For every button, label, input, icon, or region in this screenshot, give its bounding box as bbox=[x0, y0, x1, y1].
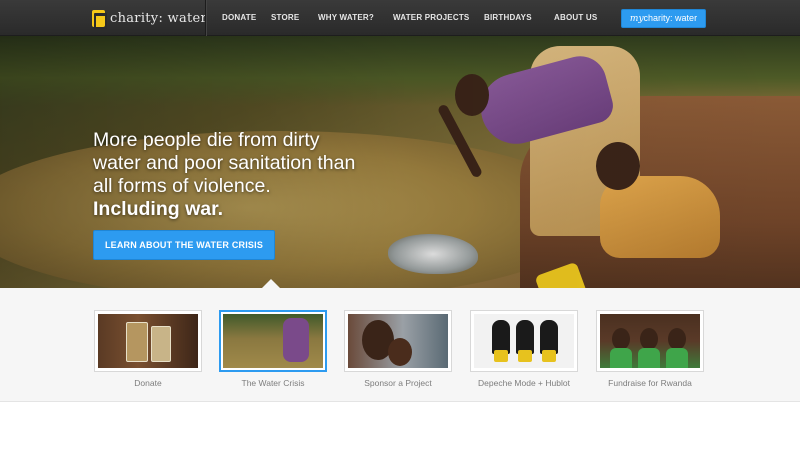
nav-water-projects-link[interactable]: WATER PROJECTS bbox=[393, 0, 469, 36]
my-charity-water-suffix: charity: water bbox=[643, 13, 698, 23]
thumbnail-water-crisis[interactable] bbox=[219, 310, 327, 372]
water-crisis-image bbox=[223, 314, 323, 368]
active-slide-pointer bbox=[262, 279, 280, 288]
sponsor-project-image bbox=[348, 314, 448, 368]
thumbnail-fundraise-rwanda[interactable] bbox=[596, 310, 704, 372]
nav-donate-link[interactable]: DONATE bbox=[222, 0, 256, 36]
hero-headline-line: water and poor sanitation than bbox=[93, 152, 356, 174]
nav-about-us-link[interactable]: ABOUT US bbox=[554, 0, 597, 36]
brand-name: charity: water bbox=[110, 10, 208, 26]
thumbnail-label[interactable]: Donate bbox=[78, 378, 218, 388]
hero-banner: More people die from dirty water and poo… bbox=[0, 36, 800, 288]
nav-birthdays-link[interactable]: BIRTHDAYS bbox=[484, 0, 532, 36]
my-charity-water-prefix: my bbox=[629, 14, 644, 24]
hero-headline-emphasis: Including war. bbox=[93, 198, 224, 220]
nav-store-link[interactable]: STORE bbox=[271, 0, 299, 36]
brand-logo[interactable]: charity: water bbox=[92, 0, 207, 36]
learn-water-crisis-button[interactable]: LEARN ABOUT THE WATER CRISIS bbox=[93, 230, 275, 260]
jerrycan-logo-icon bbox=[92, 9, 107, 29]
fundraise-rwanda-image bbox=[600, 314, 700, 368]
hero-headline-line: all forms of violence. bbox=[93, 175, 271, 197]
thumbnail-label[interactable]: The Water Crisis bbox=[203, 378, 343, 388]
nav-divider bbox=[205, 0, 206, 36]
carousel-thumbnail-strip: Donate The Water Crisis Sponsor a Projec… bbox=[0, 288, 800, 402]
top-nav-bar: charity: water DONATE STORE WHY WATER? W… bbox=[0, 0, 800, 36]
thumbnail-sponsor-project[interactable] bbox=[344, 310, 452, 372]
thumbnail-label[interactable]: Sponsor a Project bbox=[328, 378, 468, 388]
depeche-mode-image bbox=[474, 314, 574, 368]
thumbnail-donate[interactable] bbox=[94, 310, 202, 372]
thumbnail-label[interactable]: Depeche Mode + Hublot bbox=[454, 378, 594, 388]
my-charity-water-button[interactable]: mycharity: water bbox=[621, 9, 706, 28]
hero-headline: More people die from dirty water and poo… bbox=[93, 129, 383, 221]
nav-why-water-link[interactable]: WHY WATER? bbox=[318, 0, 374, 36]
donate-image bbox=[98, 314, 198, 368]
thumbnail-depeche-mode[interactable] bbox=[470, 310, 578, 372]
hero-headline-line: More people die from dirty bbox=[93, 129, 320, 151]
thumbnail-label[interactable]: Fundraise for Rwanda bbox=[580, 378, 720, 388]
